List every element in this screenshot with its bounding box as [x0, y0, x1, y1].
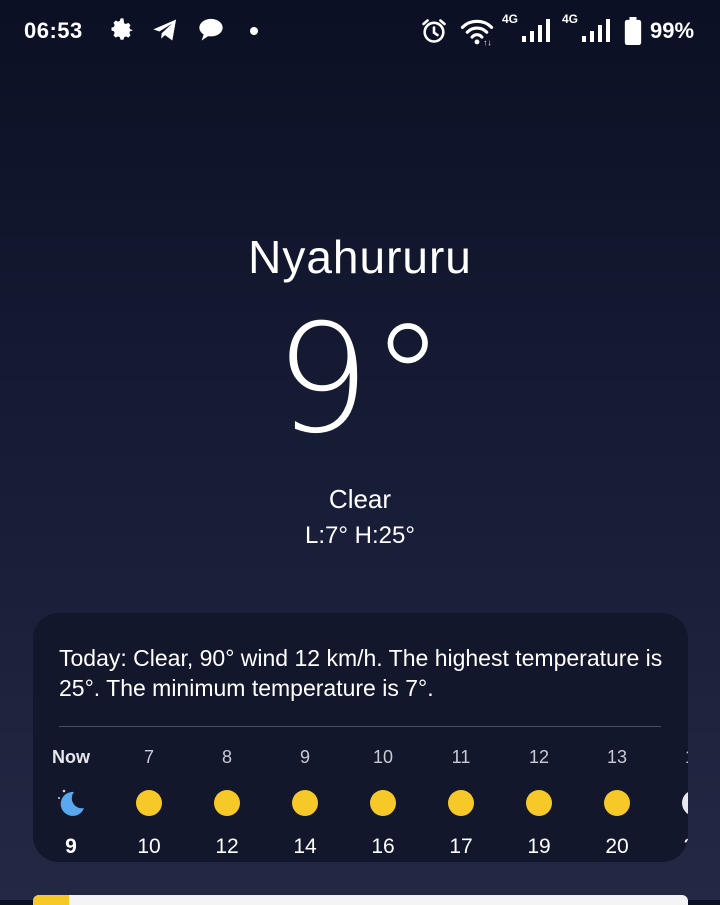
alarm-icon	[422, 19, 446, 43]
network-type-1: 4G	[502, 12, 519, 26]
dot-icon	[250, 27, 258, 35]
hour-temp: 16	[371, 835, 395, 858]
partly-cloudy-icon	[682, 790, 688, 816]
battery-percentage: 99%	[650, 18, 695, 43]
next-card-edge	[33, 895, 688, 905]
telegram-icon	[153, 19, 177, 41]
hour-label: 12	[528, 747, 550, 767]
signal-icon	[522, 19, 550, 42]
sun-icon	[604, 790, 630, 816]
hour-item[interactable]: 9 14	[275, 747, 335, 859]
hour-temp: 9	[65, 835, 77, 858]
hour-item[interactable]: 13 20	[587, 747, 647, 859]
svg-text:↑↓: ↑↓	[483, 38, 492, 46]
hour-item[interactable]: 14 21	[665, 747, 688, 859]
hour-label: 8	[221, 747, 232, 767]
hourly-forecast-card[interactable]: Today: Clear, 90° wind 12 km/h. The high…	[33, 613, 688, 862]
hour-item[interactable]: 11 17	[431, 747, 491, 859]
sun-icon	[292, 790, 318, 816]
hour-temp: 14	[293, 835, 317, 858]
chat-bubble-icon	[199, 18, 223, 41]
hour-temp: 21	[665, 835, 688, 859]
low-high-temperature: L:7° H:25°	[305, 522, 415, 549]
hour-label: 7	[143, 747, 154, 767]
hour-temp: 10	[137, 835, 161, 858]
hour-label: Now	[52, 747, 90, 767]
battery-icon	[624, 17, 642, 45]
city-name: Nyahururu	[248, 231, 472, 283]
sun-icon	[526, 790, 552, 816]
hour-temp: 17	[449, 835, 473, 858]
gear-icon	[111, 18, 133, 40]
divider	[59, 726, 661, 727]
sun-icon	[370, 790, 396, 816]
sun-icon	[214, 790, 240, 816]
hour-label: 9	[299, 747, 310, 767]
status-time: 06:53	[24, 18, 83, 43]
hour-label: 10	[372, 747, 394, 767]
hour-label: 13	[606, 747, 628, 767]
hour-label: 11	[451, 747, 471, 767]
current-temperature: 9°	[274, 293, 446, 467]
hour-item[interactable]: 8 12	[197, 747, 257, 859]
hour-temp: 19	[527, 835, 551, 858]
sun-icon	[448, 790, 474, 816]
network-type-2: 4G	[562, 12, 579, 26]
moon-icon	[41, 783, 101, 823]
wifi-icon: ↑↓	[460, 19, 494, 46]
hour-temp: 20	[605, 835, 629, 858]
hour-item[interactable]: 10 16	[353, 747, 413, 859]
sun-icon	[136, 790, 162, 816]
hour-item[interactable]: Now 9	[41, 747, 101, 859]
status-bar: 06:53 ↑↓ 4G 4G 99%	[0, 0, 720, 62]
hour-temp: 12	[215, 835, 239, 858]
forecast-summary: Today: Clear, 90° wind 12 km/h. The high…	[59, 645, 663, 701]
signal-icon	[582, 19, 610, 42]
weather-condition: Clear	[328, 484, 392, 514]
hour-item[interactable]: 12 19	[509, 747, 569, 859]
hour-label: 14	[665, 747, 688, 771]
hour-item[interactable]: 7 10	[119, 747, 179, 859]
